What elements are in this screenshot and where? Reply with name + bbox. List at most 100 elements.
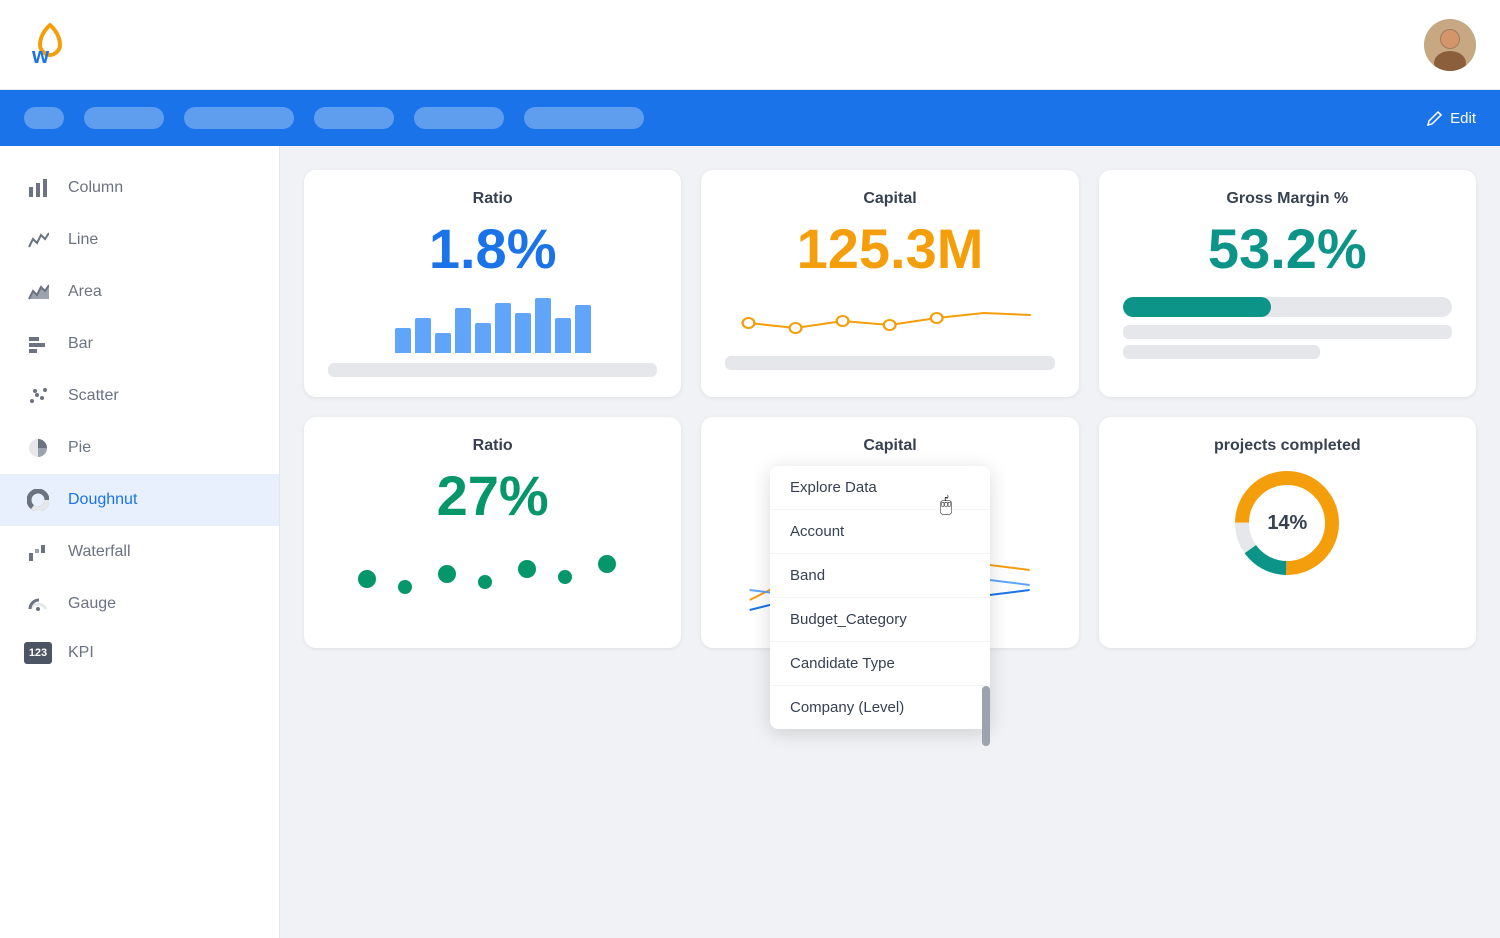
nav-bar: Edit: [0, 90, 1500, 146]
sidebar-item-column[interactable]: Column: [0, 162, 279, 214]
card-capital-1: Capital 125.3M: [701, 170, 1078, 397]
card-title-projects: projects completed: [1123, 437, 1452, 455]
dropdown-label-company-level: Company (Level): [790, 699, 904, 716]
sidebar-label-gauge: Gauge: [68, 595, 116, 613]
card-value-ratio-1: 1.8%: [328, 216, 657, 281]
dot-6: [558, 570, 572, 584]
card-projects: projects completed 14%: [1099, 417, 1476, 648]
card-footer-bar-3: [1123, 325, 1452, 339]
donut-chart: 14%: [1123, 463, 1452, 583]
sidebar-item-scatter[interactable]: Scatter: [0, 370, 279, 422]
dropdown-item-budget-category[interactable]: Budget_Category: [770, 598, 990, 642]
mini-bar-chart-1: [328, 293, 657, 353]
edit-label: Edit: [1450, 110, 1476, 127]
sidebar-item-bar[interactable]: Bar: [0, 318, 279, 370]
bar-7: [515, 313, 531, 353]
dot-5: [518, 560, 536, 578]
sidebar-label-kpi: KPI: [68, 644, 94, 662]
line-icon: [24, 226, 52, 254]
nav-item-6[interactable]: [524, 107, 644, 129]
pie-icon: [24, 434, 52, 462]
line-chart-capital: [725, 293, 1054, 348]
content-area: Ratio 1.8% Capital: [280, 146, 1500, 938]
doughnut-icon: [24, 486, 52, 514]
bar-1: [395, 328, 411, 353]
card-value-capital-1: 125.3M: [725, 216, 1054, 281]
column-icon: [24, 174, 52, 202]
gauge-icon: [24, 590, 52, 618]
card-footer-bar-1: [328, 363, 657, 377]
card-footer-bar-2: [725, 356, 1054, 370]
bar-2: [415, 318, 431, 353]
sidebar-item-area[interactable]: Area: [0, 266, 279, 318]
area-icon: [24, 278, 52, 306]
bar-9: [555, 318, 571, 353]
sidebar-label-bar: Bar: [68, 335, 93, 353]
bar-3: [435, 333, 451, 353]
edit-button[interactable]: Edit: [1426, 109, 1476, 127]
dot-1: [358, 570, 376, 588]
sidebar-item-waterfall[interactable]: Waterfall: [0, 526, 279, 578]
edit-icon: [1426, 109, 1444, 127]
nav-item-5[interactable]: [414, 107, 504, 129]
scatter-chart: [328, 540, 657, 610]
card-footer-bar-3b: [1123, 345, 1321, 359]
card-title-capital-1: Capital: [725, 190, 1054, 208]
dropdown-label-account: Account: [790, 523, 844, 540]
bar-10: [575, 305, 591, 353]
top-header: w: [0, 0, 1500, 90]
bar-4: [455, 308, 471, 353]
dot-7: [598, 555, 616, 573]
sidebar-item-pie[interactable]: Pie: [0, 422, 279, 474]
dropdown-item-explore-data[interactable]: Explore Data: [770, 466, 990, 510]
waterfall-icon: [24, 538, 52, 566]
card-title-capital-2: Capital: [725, 437, 1054, 455]
dropdown-label-candidate-type: Candidate Type: [790, 655, 895, 672]
dropdown-item-band[interactable]: Band: [770, 554, 990, 598]
workday-logo-icon: w: [24, 19, 76, 71]
dropdown-menu: Explore Data Account Band Budget_Categor…: [770, 466, 990, 729]
sidebar-label-doughnut: Doughnut: [68, 491, 137, 509]
sidebar-item-doughnut[interactable]: Doughnut: [0, 474, 279, 526]
sidebar-label-pie: Pie: [68, 439, 91, 457]
dot-4: [478, 575, 492, 589]
svg-text:w: w: [31, 43, 50, 68]
dot-3: [438, 565, 456, 583]
sidebar-label-line: Line: [68, 231, 98, 249]
nav-item-3[interactable]: [184, 107, 294, 129]
dropdown-item-account[interactable]: Account: [770, 510, 990, 554]
scroll-track: [982, 686, 990, 729]
card-gross-margin: Gross Margin % 53.2%: [1099, 170, 1476, 397]
sidebar-label-scatter: Scatter: [68, 387, 119, 405]
main-layout: Column Line Area Bar Sca: [0, 146, 1500, 938]
bar-6: [495, 303, 511, 353]
donut-value: 14%: [1267, 512, 1307, 535]
logo: w: [24, 19, 76, 71]
dropdown-item-candidate-type[interactable]: Candidate Type: [770, 642, 990, 686]
sidebar-label-area: Area: [68, 283, 102, 301]
dropdown-label-band: Band: [790, 567, 825, 584]
bar-5: [475, 323, 491, 353]
progress-fill: [1123, 297, 1271, 317]
dropdown-item-company-level[interactable]: Company (Level): [770, 686, 990, 729]
dropdown-label-budget-category: Budget_Category: [790, 611, 907, 628]
nav-item-2[interactable]: [84, 107, 164, 129]
sidebar-item-gauge[interactable]: Gauge: [0, 578, 279, 630]
sidebar-item-line[interactable]: Line: [0, 214, 279, 266]
dot-2: [398, 580, 412, 594]
card-ratio-1: Ratio 1.8%: [304, 170, 681, 397]
sidebar: Column Line Area Bar Sca: [0, 146, 280, 938]
dropdown-label-explore-data: Explore Data: [790, 479, 877, 496]
card-value-gross-margin: 53.2%: [1123, 216, 1452, 281]
bar-icon: [24, 330, 52, 358]
avatar[interactable]: [1424, 19, 1476, 71]
nav-item-1[interactable]: [24, 107, 64, 129]
card-ratio-2: Ratio 27%: [304, 417, 681, 648]
kpi-icon: 123: [24, 642, 52, 664]
card-title-ratio-1: Ratio: [328, 190, 657, 208]
scatter-icon: [24, 382, 52, 410]
nav-item-4[interactable]: [314, 107, 394, 129]
card-title-gross-margin: Gross Margin %: [1123, 190, 1452, 208]
sidebar-item-kpi[interactable]: 123 KPI: [0, 630, 279, 676]
sidebar-label-waterfall: Waterfall: [68, 543, 131, 561]
